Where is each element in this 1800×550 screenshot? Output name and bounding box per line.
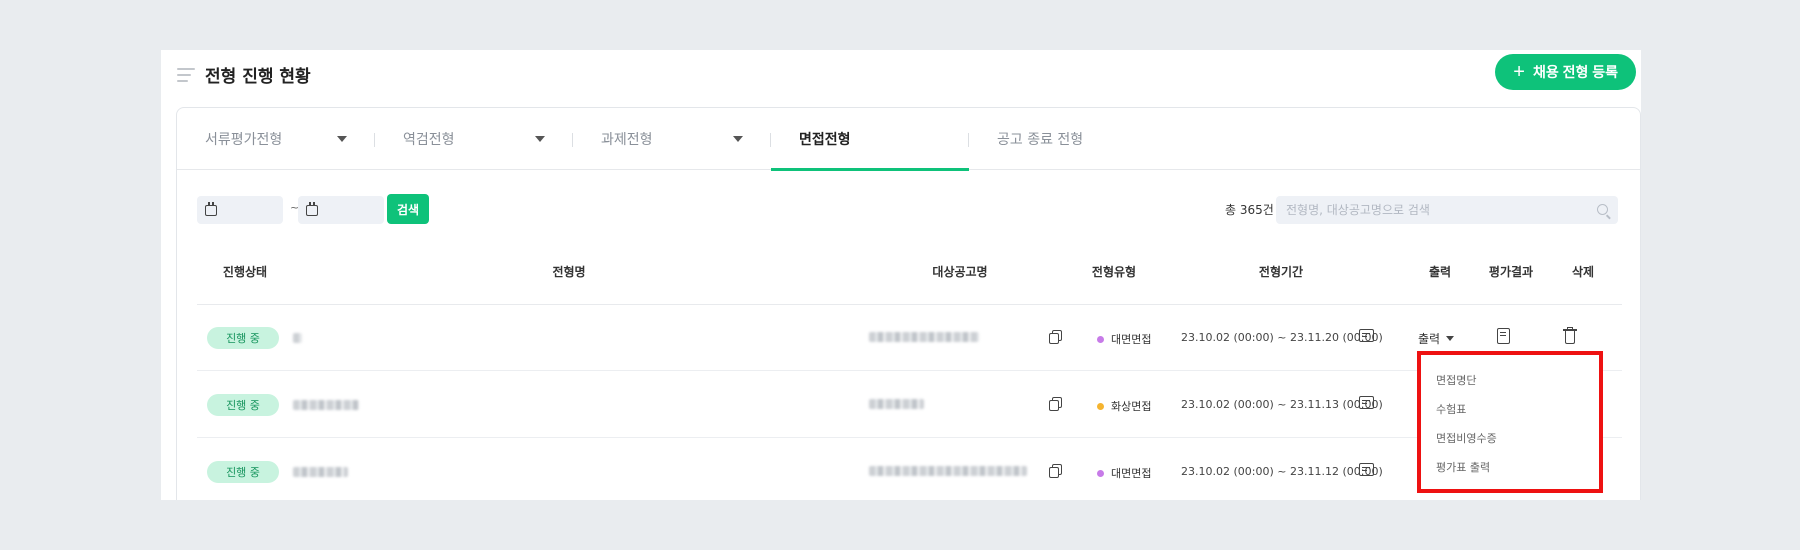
stage-type: 대면면접 bbox=[1097, 331, 1151, 347]
type-dot bbox=[1097, 469, 1104, 477]
type-dot bbox=[1097, 335, 1104, 343]
search-input[interactable] bbox=[1286, 203, 1586, 217]
search-field[interactable] bbox=[1276, 196, 1618, 224]
tab-competency-test[interactable]: 역검전형 bbox=[375, 108, 573, 170]
column-header-print: 출력 bbox=[1428, 265, 1452, 279]
plus-icon: + bbox=[1513, 61, 1525, 83]
tab-label: 서류평가전형 bbox=[205, 132, 283, 148]
panel-header: 전형 진행 현황 bbox=[177, 62, 311, 87]
end-date-input[interactable] bbox=[298, 196, 384, 224]
calendar-icon bbox=[205, 201, 217, 216]
memo-icon[interactable] bbox=[1359, 463, 1374, 476]
tab-label: 과제전형 bbox=[601, 132, 653, 148]
stage-tabs: 서류평가전형 역검전형 과제전형 면접전형 공고 종료 전형 bbox=[177, 108, 1640, 171]
type-label: 대면면접 bbox=[1111, 333, 1152, 346]
stage-period: 23.10.02 (00:00) ~ 23.11.20 (00:00) bbox=[1181, 331, 1383, 344]
stage-name-blurred bbox=[293, 400, 359, 410]
tab-assignment[interactable]: 과제전형 bbox=[573, 108, 771, 170]
column-header-period: 전형기간 bbox=[1258, 265, 1304, 279]
table-row: 진행 중 대면면접 23.10.02 (00:00) ~ 23.11.12 (0… bbox=[197, 439, 1622, 500]
status-badge: 진행 중 bbox=[207, 327, 279, 349]
column-header-posting-name: 대상공고명 bbox=[932, 265, 988, 279]
register-button-label: 채용 전형 등록 bbox=[1532, 64, 1618, 80]
list-menu-icon bbox=[177, 67, 195, 82]
chevron-down-icon bbox=[337, 136, 347, 142]
chevron-down-icon bbox=[1446, 336, 1455, 341]
type-label: 대면면접 bbox=[1111, 467, 1152, 480]
stage-type: 화상면접 bbox=[1097, 398, 1151, 414]
search-icon[interactable] bbox=[1597, 204, 1608, 215]
memo-icon[interactable] bbox=[1359, 329, 1374, 342]
tab-label: 면접전형 bbox=[799, 132, 851, 148]
stage-type: 대면면접 bbox=[1097, 465, 1151, 481]
type-label: 화상면접 bbox=[1111, 400, 1152, 413]
memo-icon[interactable] bbox=[1359, 396, 1374, 409]
stage-period: 23.10.02 (00:00) ~ 23.11.13 (00:00) bbox=[1181, 398, 1383, 411]
chevron-down-icon bbox=[535, 136, 545, 142]
stage-name-blurred bbox=[293, 333, 302, 343]
tab-closed-postings[interactable]: 공고 종료 전형 bbox=[969, 108, 1199, 170]
register-recruitment-button[interactable]: + 채용 전형 등록 bbox=[1495, 54, 1636, 90]
menu-item-print-evaluation-sheet[interactable]: 평가표 출력 bbox=[1436, 459, 1599, 488]
calendar-icon bbox=[306, 201, 318, 216]
column-header-stage-type: 전형유형 bbox=[1091, 265, 1137, 279]
copy-icon[interactable] bbox=[1049, 330, 1062, 344]
tab-label: 공고 종료 전형 bbox=[997, 132, 1084, 148]
tab-document-evaluation[interactable]: 서류평가전형 bbox=[177, 108, 375, 170]
page-title: 전형 진행 현황 bbox=[205, 67, 311, 87]
copy-icon[interactable] bbox=[1049, 464, 1062, 478]
status-badge: 진행 중 bbox=[207, 394, 279, 416]
posting-name-blurred bbox=[869, 466, 1027, 476]
column-header-evaluation: 평가결과 bbox=[1488, 265, 1534, 279]
column-header-delete: 삭제 bbox=[1571, 265, 1595, 279]
table-row: 진행 중 화상면접 23.10.02 (00:00) ~ 23.11.13 (0… bbox=[197, 372, 1622, 438]
copy-icon[interactable] bbox=[1049, 397, 1062, 411]
start-date-input[interactable] bbox=[197, 196, 283, 224]
chevron-down-icon bbox=[733, 136, 743, 142]
print-options-menu: 면접명단 수험표 면접비영수증 평가표 출력 bbox=[1417, 351, 1603, 493]
evaluation-result-icon[interactable] bbox=[1497, 328, 1510, 344]
trash-icon[interactable] bbox=[1563, 327, 1577, 344]
print-label: 출력 bbox=[1418, 332, 1441, 346]
status-badge: 진행 중 bbox=[207, 461, 279, 483]
menu-item-expense-receipt[interactable]: 면접비영수증 bbox=[1436, 430, 1599, 459]
column-header-status: 진행상태 bbox=[222, 265, 268, 279]
menu-item-interview-list[interactable]: 면접명단 bbox=[1436, 372, 1599, 401]
posting-name-blurred bbox=[869, 332, 979, 342]
print-dropdown[interactable]: 출력 bbox=[1418, 330, 1455, 347]
stage-name-blurred bbox=[293, 467, 348, 477]
column-header-stage-name: 전형명 bbox=[552, 265, 586, 279]
table-row: 진행 중 대면면접 23.10.02 (00:00) ~ 23.11.20 (0… bbox=[197, 305, 1622, 371]
date-search-button[interactable]: 검색 bbox=[387, 194, 429, 224]
stage-period: 23.10.02 (00:00) ~ 23.11.12 (00:00) bbox=[1181, 465, 1383, 478]
menu-item-admission-ticket[interactable]: 수험표 bbox=[1436, 401, 1599, 430]
tab-label: 역검전형 bbox=[403, 132, 455, 148]
tab-interview[interactable]: 면접전형 bbox=[771, 108, 969, 171]
type-dot bbox=[1097, 402, 1104, 410]
total-count: 총 365건 bbox=[1225, 203, 1274, 217]
posting-name-blurred bbox=[869, 399, 924, 409]
